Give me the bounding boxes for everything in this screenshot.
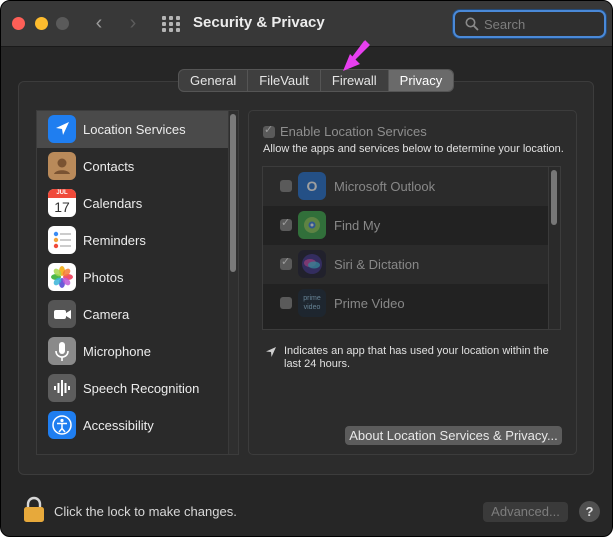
accessibility-icon [48,411,76,439]
sidebar-item-label: Calendars [83,196,143,211]
location-app-list: O Microsoft Outlook Find My Siri & Dicta… [262,166,561,330]
show-all-grid-icon[interactable] [162,16,180,32]
sidebar-item-location-services[interactable]: Location Services [37,111,228,148]
sidebar-item-microphone[interactable]: Microphone [37,333,228,370]
enable-location-services-row[interactable]: Enable Location Services [263,123,427,139]
tab-bar: General FileVault Firewall Privacy [178,69,455,92]
sidebar-item-label: Location Services [83,122,186,137]
help-button[interactable]: ? [579,501,600,522]
app-row-prime-video[interactable]: prime video Prime Video [263,284,549,323]
app-name: Prime Video [334,296,405,311]
title-bar: ‹ › Security & Privacy Search [1,1,612,47]
search-placeholder: Search [484,17,526,32]
find-my-icon [298,211,326,239]
enable-location-services-checkbox[interactable] [263,123,275,138]
sidebar-item-label: Accessibility [83,418,154,433]
sidebar-item-label: Microphone [83,344,151,359]
sidebar-scrollbar-track[interactable] [228,111,238,454]
about-location-services-button[interactable]: About Location Services & Privacy... [345,426,562,445]
calendar-icon: JUL 17 [48,189,76,217]
back-icon[interactable]: ‹ [89,13,109,35]
indicator-text: Indicates an app that has used your loca… [284,345,549,370]
security-privacy-window: ‹ › Security & Privacy Search General Fi… [0,0,613,537]
sidebar-item-label: Camera [83,307,130,322]
sidebar-item-label: Reminders [83,233,146,248]
calendar-month-text: JUL [48,189,76,198]
tab-privacy[interactable]: Privacy [388,70,454,91]
app-name: Find My [334,218,381,233]
sidebar-item-calendars[interactable]: JUL 17 Calendars [37,185,228,222]
lock-instruction-text: Click the lock to make changes. [54,504,237,519]
close-window-button[interactable] [12,17,25,30]
sidebar-item-accessibility[interactable]: Accessibility [37,407,228,444]
sidebar-item-reminders[interactable]: Reminders [37,222,228,259]
app-checkbox[interactable] [280,255,292,270]
sidebar-item-speech-recognition[interactable]: Speech Recognition [37,370,228,407]
search-field[interactable]: Search [453,10,606,38]
app-checkbox[interactable] [280,216,292,231]
prime-video-icon: prime video [298,289,326,317]
sidebar-item-photos[interactable]: Photos [37,259,228,296]
siri-icon [298,250,326,278]
camera-icon [48,300,76,328]
zoom-window-button[interactable] [56,17,69,30]
app-name: Siri & Dictation [334,257,420,272]
app-row-microsoft-outlook[interactable]: O Microsoft Outlook [263,167,549,206]
app-row-find-my[interactable]: Find My [263,206,549,245]
sidebar-scrollbar-thumb[interactable] [230,114,236,272]
location-arrow-icon [266,347,276,357]
app-row-siri-dictation[interactable]: Siri & Dictation [263,245,549,284]
sidebar-item-label: Speech Recognition [83,381,200,396]
photos-icon [48,263,76,291]
search-icon [465,17,479,31]
privacy-category-list: Location Services Contacts JUL 17 Calend… [36,110,239,455]
minimize-window-button[interactable] [35,17,48,30]
tab-general[interactable]: General [179,70,249,91]
reminders-icon [48,226,76,254]
app-name: Microsoft Outlook [334,179,436,194]
contacts-icon [48,152,76,180]
forward-icon[interactable]: › [123,13,143,35]
app-checkbox[interactable] [280,297,292,309]
lock-icon[interactable] [23,496,45,523]
enable-location-services-label: Enable Location Services [280,124,427,139]
app-checkbox[interactable] [280,180,292,192]
app-list-scrollbar-track[interactable] [548,167,560,329]
window-title: Security & Privacy [193,14,325,31]
location-arrow-icon [48,115,76,143]
tab-filevault[interactable]: FileVault [248,70,321,91]
annotation-arrow-icon [343,40,370,71]
speech-recognition-icon [48,374,76,402]
sidebar-item-contacts[interactable]: Contacts [37,148,228,185]
microphone-icon [48,337,76,365]
tab-firewall[interactable]: Firewall [321,70,389,91]
allow-apps-description: Allow the apps and services below to det… [263,143,564,155]
outlook-icon: O [298,172,326,200]
calendar-day-text: 17 [54,199,70,215]
sidebar-item-label: Photos [83,270,124,285]
sidebar-item-label: Contacts [83,159,135,174]
sidebar-item-camera[interactable]: Camera [37,296,228,333]
advanced-button[interactable]: Advanced... [483,502,568,522]
app-list-scrollbar-thumb[interactable] [551,170,557,225]
